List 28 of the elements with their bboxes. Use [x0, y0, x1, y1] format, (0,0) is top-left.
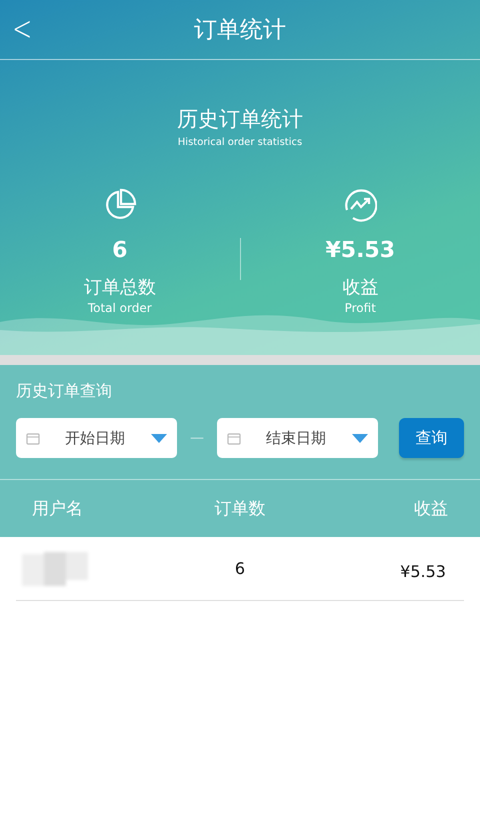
stat-value: 6: [112, 238, 128, 263]
caret-icon: [352, 434, 368, 442]
redacted-name: [22, 552, 88, 586]
back-button[interactable]: <: [8, 10, 36, 48]
start-date-field[interactable]: 开始日期: [16, 418, 177, 458]
stat-value: ¥5.53: [325, 238, 396, 263]
table-cell-text: ¥5.53: [399, 561, 447, 581]
placeholder-text: 结束日期: [265, 428, 327, 448]
range-separator: —: [189, 430, 205, 446]
page-title: 订单统计: [194, 16, 286, 45]
summary-subtitle: Historical order statistics: [176, 137, 304, 148]
query-button[interactable]: 查询: [399, 418, 464, 458]
stat-sublabel: Profit: [344, 301, 376, 315]
trend-icon: [343, 188, 378, 222]
query-title: 历史订单查询: [16, 381, 113, 402]
calendar-icon: [26, 432, 40, 444]
summary-title: 历史订单统计: [176, 106, 304, 133]
placeholder-text: 开始日期: [64, 428, 126, 448]
calendar-icon: [227, 432, 241, 444]
stat-sublabel: Total order: [88, 301, 152, 315]
end-date-field[interactable]: 结束日期: [217, 418, 378, 458]
column-header: 收益: [413, 498, 448, 520]
stat-label: 订单总数: [84, 276, 156, 299]
column-header: 订单数: [213, 498, 266, 520]
column-header: 用户名: [32, 498, 84, 520]
stat-label: 收益: [342, 276, 378, 299]
caret-icon: [151, 434, 167, 442]
table-cell-text: 6: [234, 559, 246, 578]
